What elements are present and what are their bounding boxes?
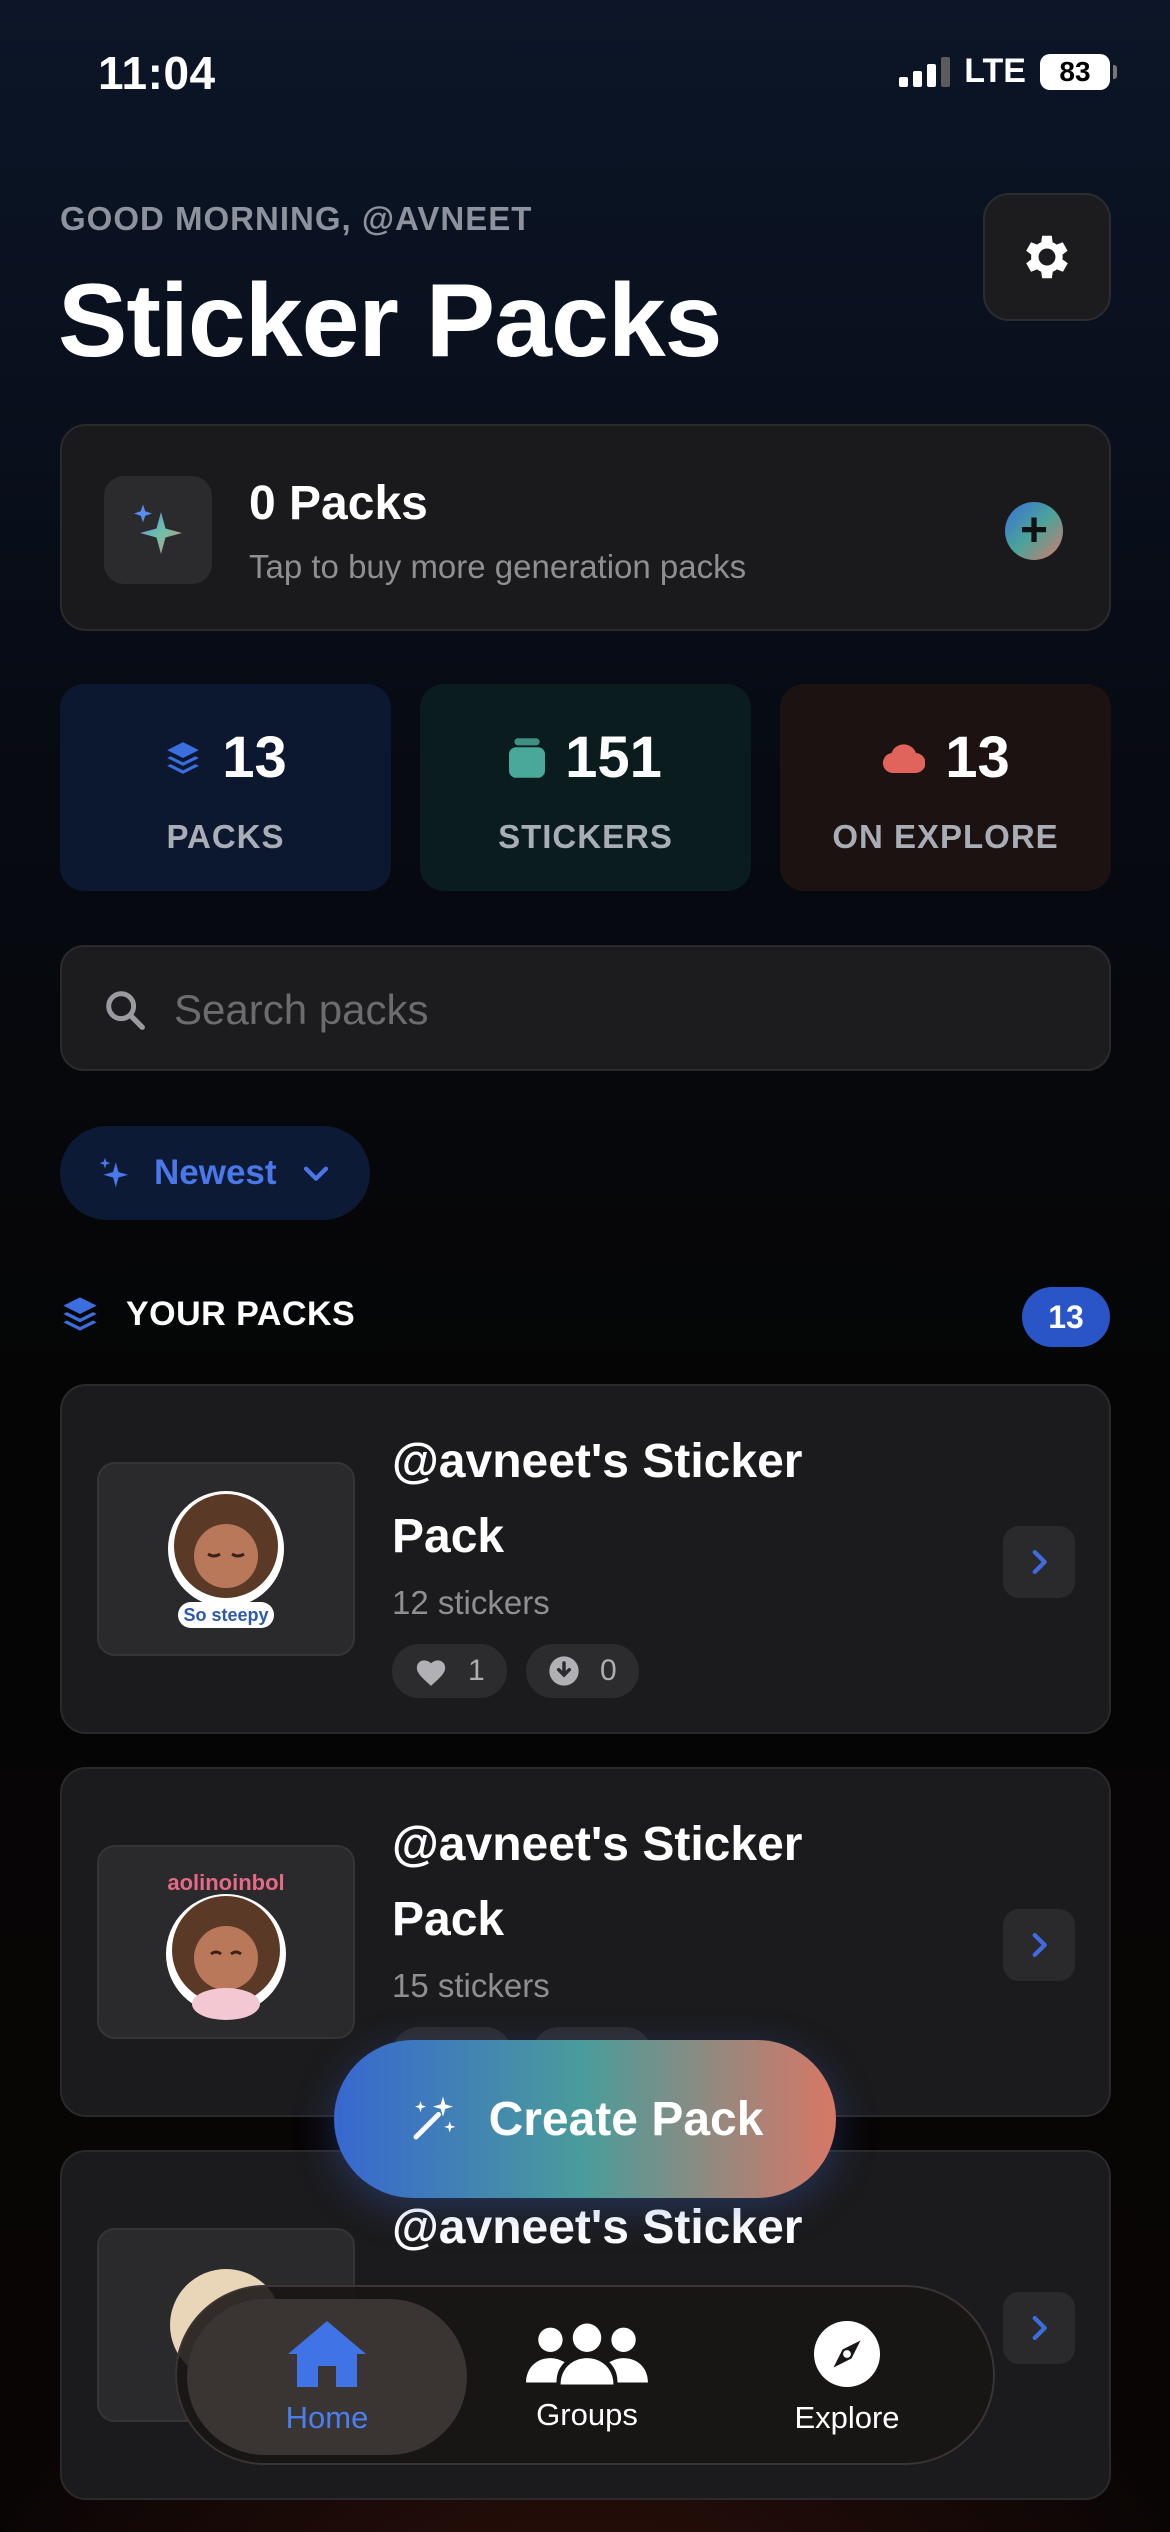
stickers-icon: [509, 737, 546, 778]
sparkles-icon: [104, 476, 212, 584]
greeting-text: GOOD MORNING, @AVNEET: [60, 200, 533, 237]
credits-count: 0 Packs: [249, 477, 428, 530]
chevron-right-icon: [1032, 1932, 1047, 1958]
pack-card[interactable]: So steepy @avneet's Sticker Pack 12 stic…: [60, 1384, 1111, 1734]
pack-thumbnail: So steepy: [97, 1462, 355, 1656]
stat-packs: 13 PACKS: [60, 684, 391, 891]
tab-explore[interactable]: Explore: [707, 2299, 987, 2455]
stat-stickers-value: 151: [565, 725, 662, 790]
open-pack-button[interactable]: [1003, 1909, 1075, 1981]
svg-text:So steepy: So steepy: [183, 1605, 268, 1625]
gear-icon: [1026, 235, 1068, 279]
search-bar[interactable]: [60, 945, 1111, 1071]
compass-icon: [814, 2321, 880, 2387]
network-label: LTE: [964, 52, 1026, 90]
layers-icon: [63, 1297, 97, 1331]
signal-icon: [899, 56, 951, 87]
sort-dropdown[interactable]: Newest: [60, 1126, 370, 1220]
status-time: 11:04: [98, 47, 216, 99]
pack-title: @avneet's Sticker Pack: [392, 1818, 803, 1946]
layers-icon: [167, 741, 200, 774]
status-indicators: LTE 83: [899, 52, 1117, 91]
create-pack-label: Create Pack: [488, 2092, 764, 2146]
open-pack-button[interactable]: [1003, 2292, 1075, 2364]
stat-explore-value: 13: [945, 725, 1010, 790]
sparkle-icon: [99, 1157, 129, 1188]
search-input[interactable]: [174, 975, 1054, 1045]
section-title: YOUR PACKS: [126, 1294, 356, 1333]
tab-bar: Home Groups Explore: [175, 2285, 995, 2465]
plus-icon: +: [1019, 504, 1049, 557]
sticker-image: So steepy: [168, 1491, 284, 1628]
section-header: YOUR PACKS: [60, 1294, 355, 1334]
settings-button[interactable]: [983, 193, 1111, 321]
stat-packs-value: 13: [222, 725, 287, 790]
tab-explore-label: Explore: [794, 2400, 900, 2435]
likes-count: 1: [468, 1654, 485, 1687]
tab-home[interactable]: Home: [187, 2299, 467, 2455]
open-pack-button[interactable]: [1003, 1526, 1075, 1598]
downloads-count: 0: [600, 1654, 617, 1687]
chevron-right-icon: [1032, 1549, 1047, 1575]
stat-explore-label: ON EXPLORE: [832, 818, 1059, 855]
page-title: Sticker Packs: [58, 263, 723, 379]
heart-icon: [416, 1660, 446, 1686]
stat-packs-label: PACKS: [166, 818, 285, 855]
stat-explore: 13 ON EXPLORE: [780, 684, 1111, 891]
pack-title: @avneet's Sticker Pack: [392, 2201, 803, 2254]
home-icon: [288, 2321, 366, 2387]
tab-groups-label: Groups: [536, 2397, 638, 2432]
tab-groups[interactable]: Groups: [447, 2299, 727, 2455]
battery-icon: 83: [1040, 53, 1117, 90]
sort-label: Newest: [154, 1153, 277, 1192]
downloads-pill: 0: [526, 1644, 639, 1698]
magic-wand-icon: [413, 2096, 455, 2140]
svg-text:aolinoinbol: aolinoinbol: [167, 1870, 284, 1895]
pack-thumbnail: aolinoinbol: [97, 1845, 355, 2039]
generation-credits-card[interactable]: 0 Packs Tap to buy more generation packs…: [60, 424, 1111, 631]
cloud-icon: [883, 743, 926, 773]
sticker-image: aolinoinbol: [166, 1870, 286, 2020]
stat-stickers: 151 STICKERS: [420, 684, 751, 891]
chevron-down-icon: [303, 1166, 328, 1181]
search-icon: [106, 991, 145, 1030]
stat-stickers-label: STICKERS: [498, 818, 673, 855]
pack-sticker-count: 15 stickers: [392, 1967, 550, 2004]
likes-pill: 1: [392, 1644, 507, 1698]
download-icon: [549, 1656, 579, 1686]
pack-title: @avneet's Sticker Pack: [392, 1435, 803, 1563]
pack-count-badge: 13: [1022, 1287, 1110, 1347]
chevron-right-icon: [1032, 2315, 1047, 2341]
tab-home-label: Home: [285, 2400, 369, 2435]
create-pack-button[interactable]: Create Pack: [334, 2040, 836, 2198]
credits-subtitle: Tap to buy more generation packs: [249, 548, 747, 585]
pack-sticker-count: 12 stickers: [392, 1584, 550, 1621]
groups-icon: [526, 2323, 648, 2385]
buy-packs-button[interactable]: +: [1005, 502, 1063, 560]
